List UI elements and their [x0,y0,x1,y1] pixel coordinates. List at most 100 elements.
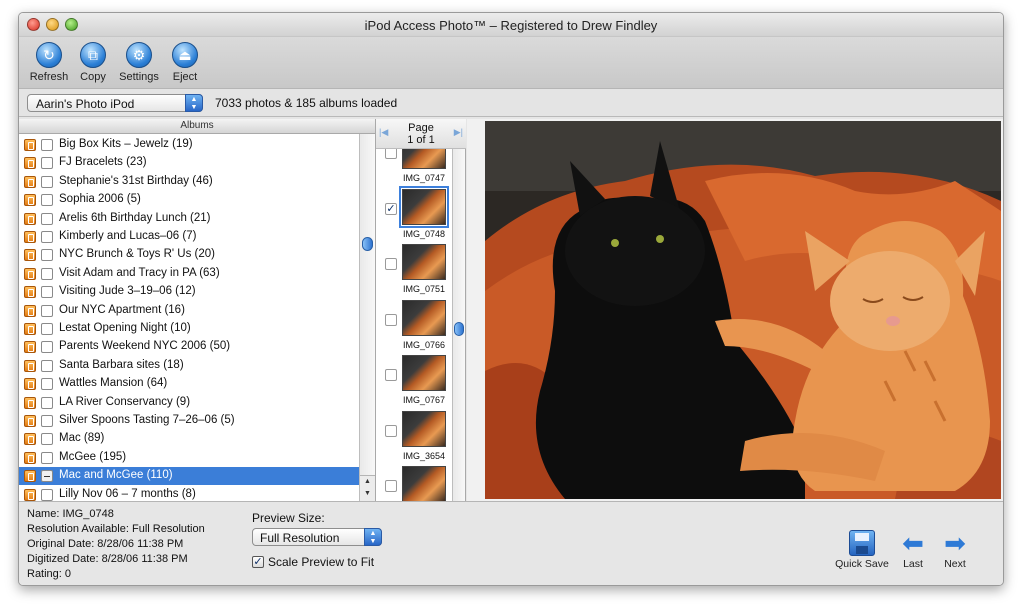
album-checkbox[interactable] [41,378,53,391]
album-row[interactable]: Lilly Nov 06 – 7 months (8) [19,486,359,501]
album-row[interactable]: Visit Adam and Tracy in PA (63) [19,265,359,283]
album-icon [24,157,36,170]
thumbnails-scrollbar[interactable] [452,149,465,501]
album-row[interactable]: FJ Bracelets (23) [19,154,359,172]
album-checkbox[interactable] [41,323,53,335]
thumbnail-label: IMG_3654 [402,450,446,461]
album-checkbox[interactable] [41,304,53,317]
save-disk-icon [849,530,875,556]
album-checkbox[interactable] [41,396,53,409]
last-page-icon[interactable]: ▶| [454,127,463,138]
album-checkbox[interactable] [41,451,53,464]
thumbnail-item[interactable] [376,464,452,501]
scroll-arrows-icon[interactable]: ▲ ▼ [360,475,375,501]
album-checkbox[interactable] [41,286,53,299]
album-icon [24,470,36,483]
album-icon [24,396,36,409]
toolbar: ↻ Refresh ⧉ Copy ⚙ Settings ⏏ Eject [19,37,1003,89]
thumbnail-checkbox[interactable] [385,313,397,326]
thumbnail-item[interactable]: IMG_0751 [376,242,452,297]
album-name: NYC Brunch & Toys R' Us (20) [59,248,216,261]
album-name: Our NYC Apartment (16) [59,303,185,316]
thumbnail-item[interactable]: IMG_0766 [376,298,452,353]
albums-scroll-thumb[interactable] [362,237,373,251]
album-checkbox[interactable] [41,433,53,446]
info-rating: Rating: 0 [27,568,72,580]
thumbnail-image[interactable] [402,355,446,391]
album-checkbox[interactable] [41,212,53,225]
album-checkbox[interactable] [41,488,53,501]
album-row[interactable]: NYC Brunch & Toys R' Us (20) [19,246,359,264]
album-checkbox[interactable] [41,267,53,280]
scale-preview-checkbox[interactable]: ✓ [252,556,264,568]
thumbnail-image[interactable] [402,466,446,501]
album-row[interactable]: Silver Spoons Tasting 7–26–06 (5) [19,412,359,430]
thumbnail-checkbox[interactable] [385,149,397,159]
thumbnail-label: IMG_0766 [402,339,446,350]
album-name: Mac (89) [59,432,105,445]
thumbnail-item[interactable]: ✓ IMG_0748 [376,185,452,242]
device-select[interactable]: Aarin's Photo iPod ▲ ▼ [27,94,203,112]
eject-icon: ⏏ [172,42,198,68]
next-button[interactable]: ➡ Next [927,530,983,570]
album-row[interactable]: Visiting Jude 3–19–06 (12) [19,283,359,301]
album-checkbox[interactable] [41,175,53,188]
thumbnail-image[interactable] [402,410,446,447]
album-row[interactable]: Arelis 6th Birthday Lunch (21) [19,210,359,228]
load-status: 7033 photos & 185 albums loaded [215,96,398,110]
album-row[interactable]: Kimberly and Lucas–06 (7) [19,228,359,246]
album-icon [24,341,36,354]
thumbnail-checkbox[interactable] [385,258,397,270]
album-checkbox[interactable] [41,194,53,207]
album-checkbox[interactable] [41,157,53,170]
album-row[interactable]: Mac (89) [19,430,359,448]
thumbnail-image[interactable] [399,185,449,228]
album-row[interactable]: LA River Conservancy (9) [19,394,359,412]
eject-button[interactable]: ⏏ Eject [161,42,209,83]
page-count: 1 of 1 [407,134,435,146]
album-row[interactable]: Sophia 2006 (5) [19,191,359,209]
album-row[interactable]: Lestat Opening Night (10) [19,320,359,338]
thumbnail-checkbox[interactable] [385,424,397,437]
album-row[interactable]: Santa Barbara sites (18) [19,357,359,375]
info-resolution: Resolution Available: Full Resolution [27,523,205,535]
album-name: McGee (195) [59,450,127,463]
album-icon [24,175,36,188]
album-row[interactable]: Parents Weekend NYC 2006 (50) [19,338,359,356]
thumbnail-item[interactable]: IMG_0747 [376,149,452,186]
album-row[interactable]: McGee (195) [19,449,359,467]
refresh-button[interactable]: ↻ Refresh [25,42,73,83]
settings-button[interactable]: ⚙ Settings [115,42,163,83]
album-name: LA River Conservancy (9) [59,395,191,408]
album-checkbox[interactable] [41,249,53,262]
album-checkbox[interactable] [41,470,53,483]
album-checkbox[interactable] [41,359,53,372]
album-checkbox[interactable] [41,415,53,427]
album-row[interactable]: Our NYC Apartment (16) [19,302,359,320]
thumbnail-image[interactable] [402,244,446,280]
thumbnail-checkbox[interactable] [385,480,397,492]
albums-scrollbar[interactable]: ▲ ▼ [359,134,375,501]
thumbnail-checkbox[interactable] [385,369,397,381]
album-row[interactable]: Big Box Kits – Jewelz (19) [19,136,359,154]
thumbnail-checkbox[interactable]: ✓ [385,202,397,215]
thumbnail-image[interactable] [402,299,446,336]
thumbnail-label: IMG_0747 [402,173,446,183]
thumbnail-item[interactable]: IMG_3654 [376,409,452,464]
thumbnail-image[interactable] [402,149,446,169]
album-checkbox[interactable] [41,341,53,354]
thumbnail-item[interactable]: IMG_0767 [376,353,452,408]
thumbnails-scroll-thumb[interactable] [454,322,464,336]
copy-button[interactable]: ⧉ Copy [69,42,117,83]
album-checkbox[interactable] [41,231,53,243]
album-row[interactable]: Wattles Mansion (64) [19,375,359,393]
preview-size-select[interactable]: Full Resolution ▲ ▼ [252,528,382,546]
cats-photo-image [485,121,1001,499]
album-checkbox[interactable] [41,139,53,151]
album-icon [24,212,36,225]
eject-label: Eject [172,71,198,83]
album-row[interactable]: Mac and McGee (110) [19,467,359,486]
quick-save-button[interactable]: Quick Save [834,530,890,570]
album-row[interactable]: Stephanie's 31st Birthday (46) [19,173,359,191]
title-bar: iPod Access Photo™ – Registered to Drew … [19,13,1003,37]
